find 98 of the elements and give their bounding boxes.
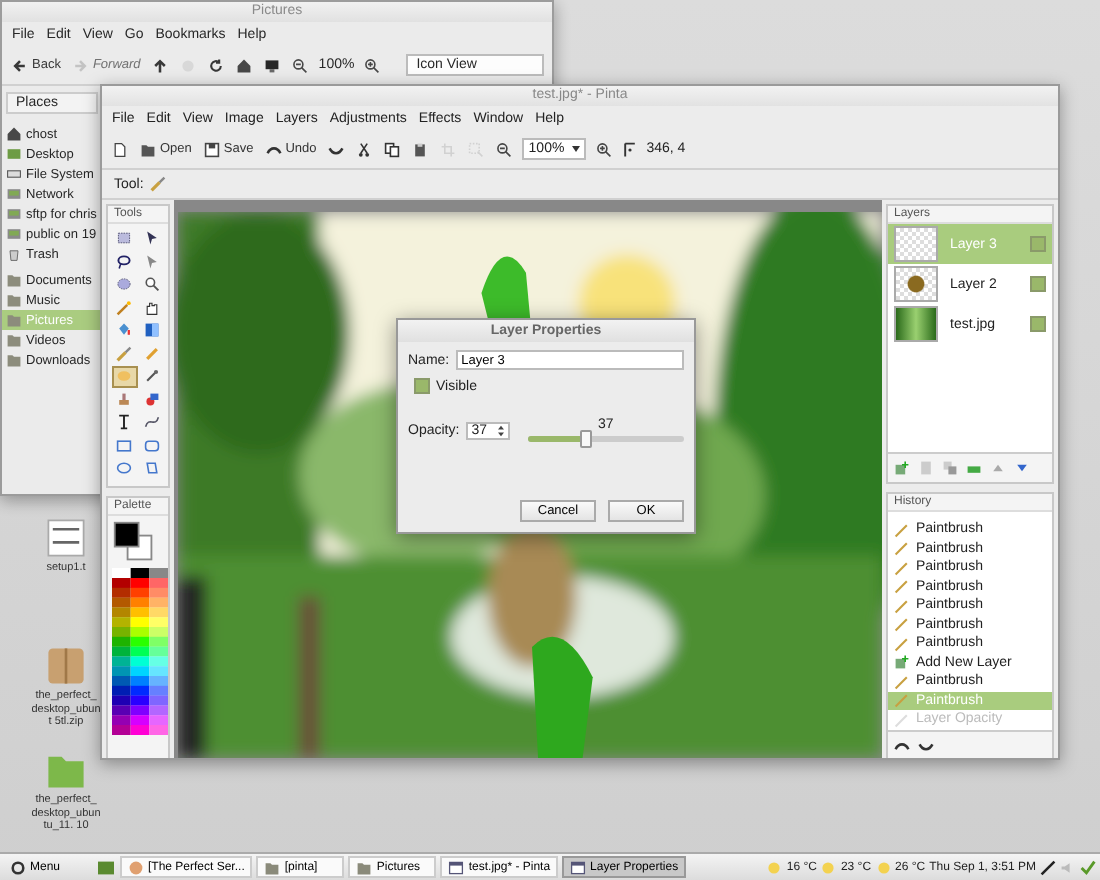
window-icon	[448, 859, 465, 875]
text-cursor-icon	[116, 414, 133, 431]
tool-button[interactable]	[112, 251, 137, 272]
merge-layer-icon	[966, 460, 982, 476]
zoom-in-icon	[596, 141, 613, 157]
duplicate-layer-icon	[942, 460, 958, 476]
copy-icon	[384, 141, 401, 157]
drive-icon	[6, 166, 22, 182]
freeform-shape-icon	[143, 460, 160, 477]
shield-check-icon	[1080, 859, 1096, 875]
magnifier-icon	[143, 276, 160, 293]
layer-thumbnail	[894, 306, 938, 342]
add-layer-icon	[894, 654, 910, 671]
zoom-in-button[interactable]	[362, 55, 383, 75]
opacity-slider[interactable]	[527, 436, 684, 442]
deselect-icon	[468, 141, 485, 157]
rounded-rectangle-icon	[143, 437, 160, 454]
visibility-checkbox[interactable]	[1030, 276, 1046, 292]
rectangle-icon	[116, 437, 133, 454]
layer-thumbnail	[894, 266, 938, 302]
home-icon	[236, 57, 253, 73]
lasso-icon	[116, 253, 133, 270]
folder-icon	[140, 141, 156, 157]
paste-button[interactable]	[410, 139, 431, 159]
desktop-icon	[6, 146, 22, 162]
zoom-in-icon	[364, 57, 381, 73]
paintbrush-icon	[116, 345, 133, 362]
arrow-right-icon	[72, 57, 89, 73]
sun-icon	[820, 859, 837, 875]
archive-file-icon	[44, 516, 88, 560]
zoom-out-button[interactable]	[494, 139, 515, 159]
eraser-icon	[116, 368, 133, 385]
folder-icon	[264, 859, 281, 875]
layer-tool-button[interactable]	[892, 458, 912, 478]
dashed-rectangle-icon	[116, 230, 133, 247]
arrow-up-button[interactable]	[150, 55, 171, 75]
speaker-icon	[1060, 859, 1076, 875]
undo-icon	[894, 738, 910, 755]
show-desktop-button[interactable]	[96, 857, 116, 877]
arrow-up-icon	[152, 57, 169, 73]
reload-icon	[208, 57, 225, 73]
dashed-ellipse-icon	[116, 276, 133, 293]
eyedropper-icon	[143, 368, 160, 385]
gradient-icon	[143, 322, 160, 339]
recolor-icon	[143, 391, 160, 408]
hand-icon	[143, 299, 160, 316]
cursor-position-icon	[622, 141, 639, 157]
cut-button[interactable]	[354, 139, 375, 159]
ellipse-icon	[116, 460, 133, 477]
tool-button[interactable]	[139, 274, 164, 295]
home-button[interactable]	[234, 55, 255, 75]
redo-icon	[918, 738, 934, 755]
menu-ring-icon	[10, 859, 26, 875]
add-layer-icon	[894, 460, 910, 476]
slider-thumb[interactable]	[579, 430, 592, 448]
zoom-out-button[interactable]	[290, 55, 311, 75]
paintbrush-icon	[149, 176, 166, 192]
sun-icon	[766, 859, 783, 875]
crop-icon	[440, 141, 457, 157]
arrow-down-icon	[1014, 460, 1030, 476]
sun-icon	[875, 859, 892, 875]
stamp-icon	[116, 391, 133, 408]
zoom-out-icon	[292, 57, 309, 73]
desktop-icon	[98, 859, 114, 875]
layer-tool-button[interactable]	[940, 458, 960, 478]
window-icon	[570, 859, 587, 875]
primary-secondary-color-swatches[interactable]	[112, 520, 156, 564]
undo-icon	[265, 141, 282, 157]
home-icon	[6, 126, 22, 142]
new-document-icon	[112, 141, 128, 157]
zoom-in-button[interactable]	[594, 139, 615, 159]
zoom-out-icon	[496, 141, 513, 157]
pen-icon	[1040, 859, 1056, 875]
wand-icon	[116, 299, 133, 316]
line-curve-icon	[143, 414, 160, 431]
color-palette-drawing[interactable]	[112, 568, 168, 736]
copy-button[interactable]	[382, 139, 403, 159]
visible-checkbox[interactable]	[414, 378, 430, 394]
monitor-button[interactable]	[262, 55, 283, 75]
monitor-icon	[264, 57, 281, 73]
folder-icon	[356, 859, 373, 875]
scissors-icon	[356, 141, 373, 157]
package-icon	[44, 644, 88, 688]
spin-arrows-icon[interactable]	[497, 423, 504, 437]
clipboard-icon	[412, 141, 429, 157]
visibility-checkbox[interactable]	[1030, 316, 1046, 332]
new-button[interactable]	[110, 139, 130, 159]
reload-button[interactable]	[206, 55, 227, 75]
arrow-up-icon	[990, 460, 1006, 476]
layer-thumbnail	[894, 226, 938, 262]
globe-icon	[128, 859, 144, 875]
arrow-left-icon	[12, 57, 28, 73]
trash-icon	[6, 246, 22, 262]
visibility-checkbox[interactable]	[1030, 236, 1046, 252]
caret-icon	[572, 146, 581, 152]
paint-bucket-icon	[116, 322, 133, 339]
save-icon	[203, 141, 220, 157]
pencil-icon	[143, 345, 160, 362]
